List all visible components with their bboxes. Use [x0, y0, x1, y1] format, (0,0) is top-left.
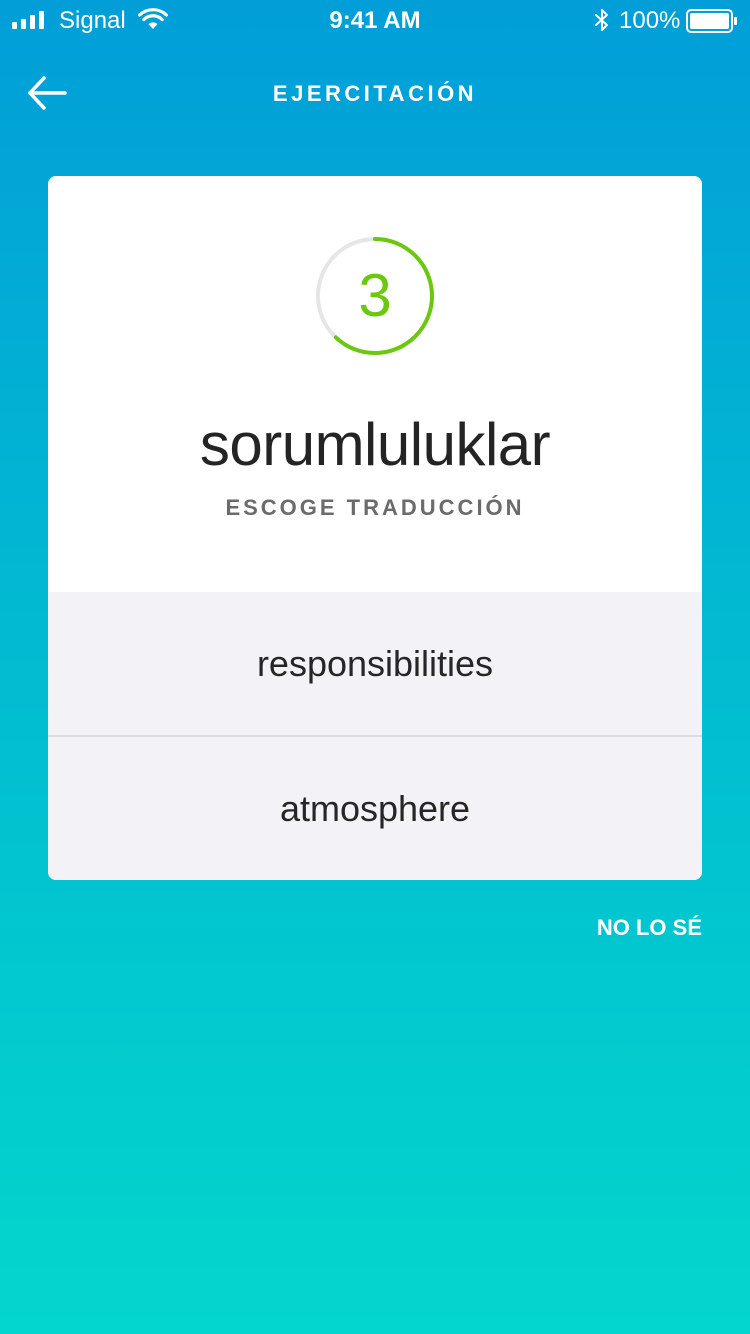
- instruction-label: ESCOGE TRADUCCIÓN: [225, 495, 525, 520]
- bluetooth-icon: [595, 9, 608, 31]
- page-title: EJERCITACIÓN: [272, 81, 478, 106]
- countdown-timer: 3: [315, 236, 435, 356]
- answer-option-1[interactable]: responsibilities: [48, 592, 702, 735]
- battery-percentage: 100%: [619, 7, 681, 34]
- answer-option-2[interactable]: atmosphere: [48, 737, 702, 880]
- countdown-number: 3: [358, 262, 392, 329]
- dont-know-button[interactable]: NO LO SÉ: [597, 914, 702, 942]
- battery-icon: [686, 9, 737, 33]
- exercise-card: 3 sorumluluklar ESCOGE TRADUCCIÓN respon…: [48, 176, 702, 880]
- status-bar: Signal 9:41 AM 100%: [0, 0, 750, 40]
- target-word: sorumluluklar: [199, 411, 551, 478]
